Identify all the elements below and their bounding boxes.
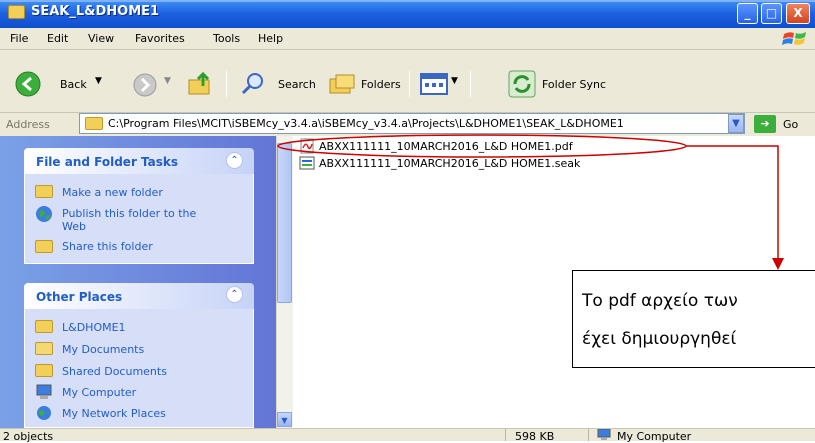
annotation-overlay [277, 134, 784, 270]
callout-arrowhead [772, 258, 784, 270]
annotation-callout-box [572, 270, 815, 368]
status-location: My Computer [617, 430, 692, 443]
annotation-text-line1: Το pdf αρχείο των [582, 291, 738, 311]
status-divider [505, 429, 506, 441]
status-divider [588, 429, 589, 441]
status-bar [0, 428, 815, 441]
status-object-count: 2 objects [3, 430, 54, 443]
my-computer-icon [597, 429, 611, 440]
annotation-text-line2: έχει δημιουργηθεί [582, 329, 737, 349]
status-size: 598 KB [515, 430, 555, 443]
callout-line [686, 145, 779, 260]
highlight-ellipse [277, 134, 687, 158]
